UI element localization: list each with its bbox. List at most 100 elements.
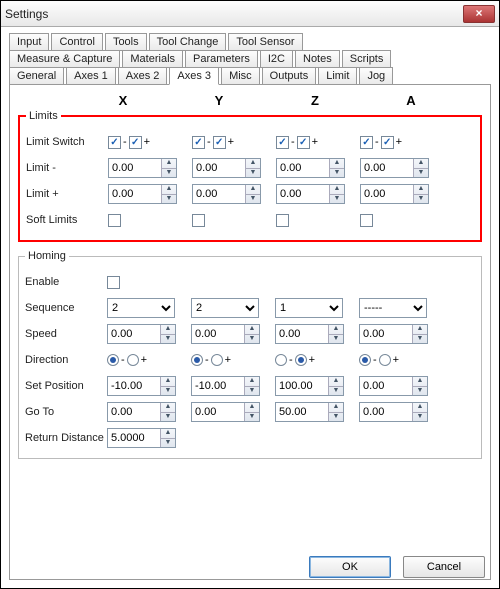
speed-X-input[interactable]	[108, 325, 160, 343]
enable-checkbox[interactable]	[107, 276, 120, 289]
chevron-down-icon[interactable]: ▼	[329, 413, 343, 422]
limit-minus-A-input[interactable]	[361, 159, 413, 177]
chevron-up-icon[interactable]: ▲	[330, 159, 344, 169]
tab-input[interactable]: Input	[9, 33, 49, 51]
chevron-down-icon[interactable]: ▼	[162, 169, 176, 178]
direction-Y-plus-radio[interactable]	[211, 354, 223, 366]
chevron-down-icon[interactable]: ▼	[330, 195, 344, 204]
sequence-Z-select[interactable]: 1	[275, 298, 343, 318]
speed-Z-input[interactable]	[276, 325, 328, 343]
chevron-up-icon[interactable]: ▲	[330, 185, 344, 195]
tab-measure-capture[interactable]: Measure & Capture	[9, 50, 120, 68]
chevron-up-icon[interactable]: ▲	[161, 403, 175, 413]
chevron-up-icon[interactable]: ▲	[413, 325, 427, 335]
return-distance-spinner[interactable]: ▲▼	[107, 428, 176, 448]
chevron-down-icon[interactable]: ▼	[330, 169, 344, 178]
chevron-down-icon[interactable]: ▼	[329, 387, 343, 396]
tab-general[interactable]: General	[9, 67, 64, 85]
limit-plus-Z-input[interactable]	[277, 185, 329, 203]
direction-Z-plus-radio[interactable]	[295, 354, 307, 366]
sequence-Y-select[interactable]: 2	[191, 298, 259, 318]
chevron-down-icon[interactable]: ▼	[413, 387, 427, 396]
chevron-up-icon[interactable]: ▲	[329, 403, 343, 413]
set-position-Z-input[interactable]	[276, 377, 328, 395]
tab-tool-sensor[interactable]: Tool Sensor	[228, 33, 302, 51]
limit-switch-minus-Z-checkbox[interactable]	[276, 136, 289, 149]
chevron-up-icon[interactable]: ▲	[245, 377, 259, 387]
direction-Y-minus-radio[interactable]	[191, 354, 203, 366]
goto-A-input[interactable]	[360, 403, 412, 421]
chevron-down-icon[interactable]: ▼	[245, 387, 259, 396]
direction-A-plus-radio[interactable]	[379, 354, 391, 366]
chevron-up-icon[interactable]: ▲	[413, 377, 427, 387]
chevron-up-icon[interactable]: ▲	[413, 403, 427, 413]
cancel-button[interactable]: Cancel	[403, 556, 485, 578]
soft-limit-Y-checkbox[interactable]	[192, 214, 205, 227]
set-position-A-input[interactable]	[360, 377, 412, 395]
chevron-up-icon[interactable]: ▲	[245, 325, 259, 335]
tab-misc[interactable]: Misc	[221, 67, 260, 85]
tab-axes-1[interactable]: Axes 1	[66, 67, 116, 85]
sequence-A-select[interactable]: -----	[359, 298, 427, 318]
chevron-up-icon[interactable]: ▲	[161, 429, 175, 439]
limit-minus-X-input[interactable]	[109, 159, 161, 177]
tab-jog[interactable]: Jog	[359, 67, 393, 85]
chevron-down-icon[interactable]: ▼	[246, 195, 260, 204]
close-icon[interactable]: ×	[463, 5, 495, 23]
tab-materials[interactable]: Materials	[122, 50, 183, 68]
limit-plus-A-input[interactable]	[361, 185, 413, 203]
limit-minus-Y-input[interactable]	[193, 159, 245, 177]
speed-Y-input[interactable]	[192, 325, 244, 343]
limit-minus-X-spinner[interactable]: ▲▼	[108, 158, 177, 178]
chevron-down-icon[interactable]: ▼	[329, 335, 343, 344]
limit-minus-A-spinner[interactable]: ▲▼	[360, 158, 429, 178]
chevron-up-icon[interactable]: ▲	[329, 377, 343, 387]
goto-X-spinner[interactable]: ▲▼	[107, 402, 176, 422]
tab-axes-2[interactable]: Axes 2	[118, 67, 168, 85]
tab-parameters[interactable]: Parameters	[185, 50, 258, 68]
chevron-down-icon[interactable]: ▼	[161, 387, 175, 396]
return-distance-input[interactable]	[108, 429, 160, 447]
limit-switch-plus-Z-checkbox[interactable]	[297, 136, 310, 149]
limit-switch-plus-Y-checkbox[interactable]	[213, 136, 226, 149]
chevron-down-icon[interactable]: ▼	[162, 195, 176, 204]
tab-i2c[interactable]: I2C	[260, 50, 293, 68]
chevron-down-icon[interactable]: ▼	[161, 439, 175, 448]
tab-control[interactable]: Control	[51, 33, 102, 51]
ok-button[interactable]: OK	[309, 556, 391, 578]
chevron-up-icon[interactable]: ▲	[246, 185, 260, 195]
tab-scripts[interactable]: Scripts	[342, 50, 392, 68]
direction-X-minus-radio[interactable]	[107, 354, 119, 366]
chevron-up-icon[interactable]: ▲	[414, 159, 428, 169]
soft-limit-A-checkbox[interactable]	[360, 214, 373, 227]
limit-minus-Z-input[interactable]	[277, 159, 329, 177]
set-position-Y-input[interactable]	[192, 377, 244, 395]
goto-Z-spinner[interactable]: ▲▼	[275, 402, 344, 422]
chevron-up-icon[interactable]: ▲	[161, 377, 175, 387]
limit-plus-Y-spinner[interactable]: ▲▼	[192, 184, 261, 204]
chevron-down-icon[interactable]: ▼	[246, 169, 260, 178]
soft-limit-X-checkbox[interactable]	[108, 214, 121, 227]
speed-X-spinner[interactable]: ▲▼	[107, 324, 176, 344]
limit-switch-plus-X-checkbox[interactable]	[129, 136, 142, 149]
goto-Y-spinner[interactable]: ▲▼	[191, 402, 260, 422]
speed-A-input[interactable]	[360, 325, 412, 343]
limit-switch-minus-A-checkbox[interactable]	[360, 136, 373, 149]
tab-tool-change[interactable]: Tool Change	[149, 33, 227, 51]
limit-switch-minus-Y-checkbox[interactable]	[192, 136, 205, 149]
tab-notes[interactable]: Notes	[295, 50, 340, 68]
chevron-down-icon[interactable]: ▼	[414, 169, 428, 178]
chevron-up-icon[interactable]: ▲	[245, 403, 259, 413]
chevron-up-icon[interactable]: ▲	[162, 185, 176, 195]
speed-Y-spinner[interactable]: ▲▼	[191, 324, 260, 344]
tab-limit[interactable]: Limit	[318, 67, 357, 85]
direction-Z-minus-radio[interactable]	[275, 354, 287, 366]
chevron-down-icon[interactable]: ▼	[413, 413, 427, 422]
limit-switch-minus-X-checkbox[interactable]	[108, 136, 121, 149]
tab-axes-3[interactable]: Axes 3	[169, 67, 219, 85]
tab-outputs[interactable]: Outputs	[262, 67, 317, 85]
goto-Y-input[interactable]	[192, 403, 244, 421]
set-position-X-input[interactable]	[108, 377, 160, 395]
set-position-Z-spinner[interactable]: ▲▼	[275, 376, 344, 396]
chevron-down-icon[interactable]: ▼	[245, 335, 259, 344]
